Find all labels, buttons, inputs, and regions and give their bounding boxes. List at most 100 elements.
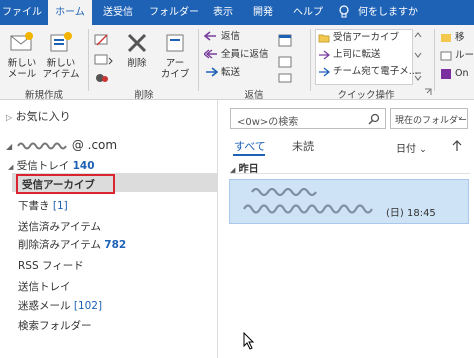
folder-inbox-archive-label: 受信アーカイブ: [22, 179, 95, 191]
filter-all[interactable]: すべて: [234, 138, 266, 154]
junk-icon[interactable]: [94, 71, 114, 85]
move-label: 移: [455, 32, 465, 43]
folder-inbox[interactable]: ◢ 受信トレイ 140: [8, 158, 95, 173]
ribbon-separator: [198, 29, 199, 91]
chevron-down-icon: ⌄: [456, 112, 464, 122]
group-header-yesterday[interactable]: ◢ 昨日: [230, 160, 470, 175]
quick-step-to-manager-label: 上司に転送: [333, 49, 381, 60]
folder-outbox-label: 送信トレイ: [18, 281, 71, 293]
rules-icon: [440, 51, 452, 60]
quick-step-archive-label: 受信アーカイブ: [333, 32, 399, 43]
chevron-down-icon: ⌄: [419, 145, 427, 155]
quick-step-team-email-label: チーム宛て電子メ...: [333, 66, 418, 77]
quick-step-to-manager[interactable]: 上司に転送: [318, 49, 381, 61]
more-respond-icon[interactable]: [278, 55, 292, 69]
folder-deleted-count: 782: [104, 239, 127, 251]
ribbon-tab-bar: ファイル ホーム 送受信 フォルダー 表示 開発 ヘルプ 何をしますか: [0, 0, 474, 25]
tab-home[interactable]: ホーム: [48, 0, 92, 25]
sort-label: 日付: [396, 144, 416, 155]
rules-label: ルー: [455, 50, 474, 61]
redacted-sender-scribble: [251, 187, 317, 197]
folder-search-label: 検索フォルダー: [18, 320, 92, 332]
im-icon[interactable]: [278, 73, 292, 85]
new-items-button[interactable]: 新しい アイテム: [42, 31, 80, 80]
quick-step-team-email[interactable]: チーム宛て電子メ...: [318, 66, 418, 78]
tell-me-box[interactable]: 何をしますか: [338, 0, 418, 25]
onenote-button[interactable]: On: [440, 68, 469, 80]
folder-icon: [318, 34, 330, 42]
mail-item[interactable]: (日) 18:45: [229, 179, 469, 224]
reply-button[interactable]: 返信: [203, 31, 241, 43]
archive-label-1: アー: [165, 58, 185, 69]
new-mail-label-1: 新しい: [7, 58, 37, 69]
delete-button[interactable]: 削除: [120, 31, 154, 69]
cleanup-icon[interactable]: [94, 53, 114, 67]
rules-button[interactable]: ルー: [440, 50, 474, 62]
tab-file[interactable]: ファイル: [0, 0, 44, 25]
new-mail-button[interactable]: 新しい メール: [4, 31, 40, 80]
mouse-cursor-icon: [243, 332, 255, 350]
tab-send-receive[interactable]: 送受信: [96, 0, 140, 25]
chevron-right-icon: ▷: [6, 113, 13, 122]
tab-help[interactable]: ヘルプ: [286, 0, 330, 25]
tab-folder[interactable]: フォルダー: [146, 0, 202, 25]
folder-junk-label: 迷惑メール: [18, 300, 71, 312]
chevron-down-icon: ◢: [8, 163, 14, 171]
mail-time: (日) 18:45: [386, 208, 436, 219]
favorites-label: お気に入り: [15, 110, 71, 123]
folder-junk[interactable]: 迷惑メール [102]: [18, 298, 102, 313]
folder-drafts-count: [1]: [52, 200, 68, 212]
ribbon: 新しい メール 新しい アイテム 新規作成 削除 アー カイブ 削除 返信 全員…: [0, 25, 474, 101]
folder-sent[interactable]: 送信済みアイテム: [18, 219, 101, 234]
account-header[interactable]: ◢ @ .com: [6, 138, 117, 152]
favorites-header[interactable]: ▷ お気に入り: [6, 108, 71, 124]
meeting-icon[interactable]: [278, 33, 292, 47]
forward-button[interactable]: 転送: [204, 67, 240, 79]
archive-button[interactable]: アー カイブ: [158, 31, 192, 80]
folder-inbox-archive[interactable]: 受信アーカイブ: [22, 177, 95, 192]
quick-steps-scroll-icon[interactable]: [414, 31, 422, 81]
archive-label-2: カイブ: [160, 69, 190, 80]
ribbon-separator: [88, 29, 89, 91]
search-input[interactable]: <0w>の検索: [237, 113, 298, 128]
folder-rss[interactable]: RSS フィード: [18, 258, 84, 273]
folder-deleted[interactable]: 削除済みアイテム 782: [18, 237, 126, 252]
folder-rss-label: RSS フィード: [18, 260, 84, 272]
search-icon[interactable]: [368, 113, 380, 125]
lightbulb-icon: [339, 5, 349, 18]
reply-icon: [203, 31, 216, 41]
search-box[interactable]: <0w>の検索: [230, 108, 386, 129]
folder-drafts-label: 下書き: [18, 200, 50, 212]
redacted-subject-scribble: [243, 204, 373, 214]
filter-unread[interactable]: 未読: [292, 138, 314, 154]
folder-junk-count: [102]: [73, 300, 103, 312]
folder-search[interactable]: 検索フォルダー: [18, 318, 92, 333]
folder-sent-label: 送信済みアイテム: [18, 221, 101, 233]
move-button[interactable]: 移: [440, 32, 465, 44]
new-items-icon: [50, 32, 72, 52]
folder-deleted-label: 削除済みアイテム: [18, 239, 101, 251]
group-label-respond: 返信: [244, 90, 264, 101]
chevron-down-icon: ◢: [6, 142, 13, 151]
collapse-triangle-icon: ◢: [230, 166, 236, 174]
reply-label: 返信: [221, 31, 241, 42]
account-label: @ .com: [71, 138, 118, 152]
folder-drafts[interactable]: 下書き [1]: [18, 198, 68, 213]
tab-view[interactable]: 表示: [206, 0, 240, 25]
search-scope-dropdown[interactable]: 現在のフォルダー ⌄: [390, 108, 468, 129]
sort-by-date[interactable]: 日付 ⌄: [396, 140, 427, 155]
forward-label: 転送: [221, 67, 241, 78]
quick-step-archive[interactable]: 受信アーカイブ: [318, 32, 399, 44]
dialog-launcher-icon[interactable]: [424, 88, 432, 96]
folder-inbox-count: 140: [72, 160, 95, 172]
new-items-label-2: アイテム: [42, 69, 80, 80]
reply-all-button[interactable]: 全員に返信: [202, 49, 269, 61]
folder-inbox-label: 受信トレイ: [16, 160, 70, 172]
folder-outbox[interactable]: 送信トレイ: [18, 279, 71, 294]
team-mail-icon: [319, 66, 331, 77]
group-label-quick-steps: クイック操作: [337, 90, 395, 101]
sort-direction-arrow-icon[interactable]: [452, 140, 462, 152]
ignore-icon[interactable]: [94, 33, 110, 47]
ribbon-separator: [310, 29, 311, 91]
tab-developer[interactable]: 開発: [246, 0, 280, 25]
